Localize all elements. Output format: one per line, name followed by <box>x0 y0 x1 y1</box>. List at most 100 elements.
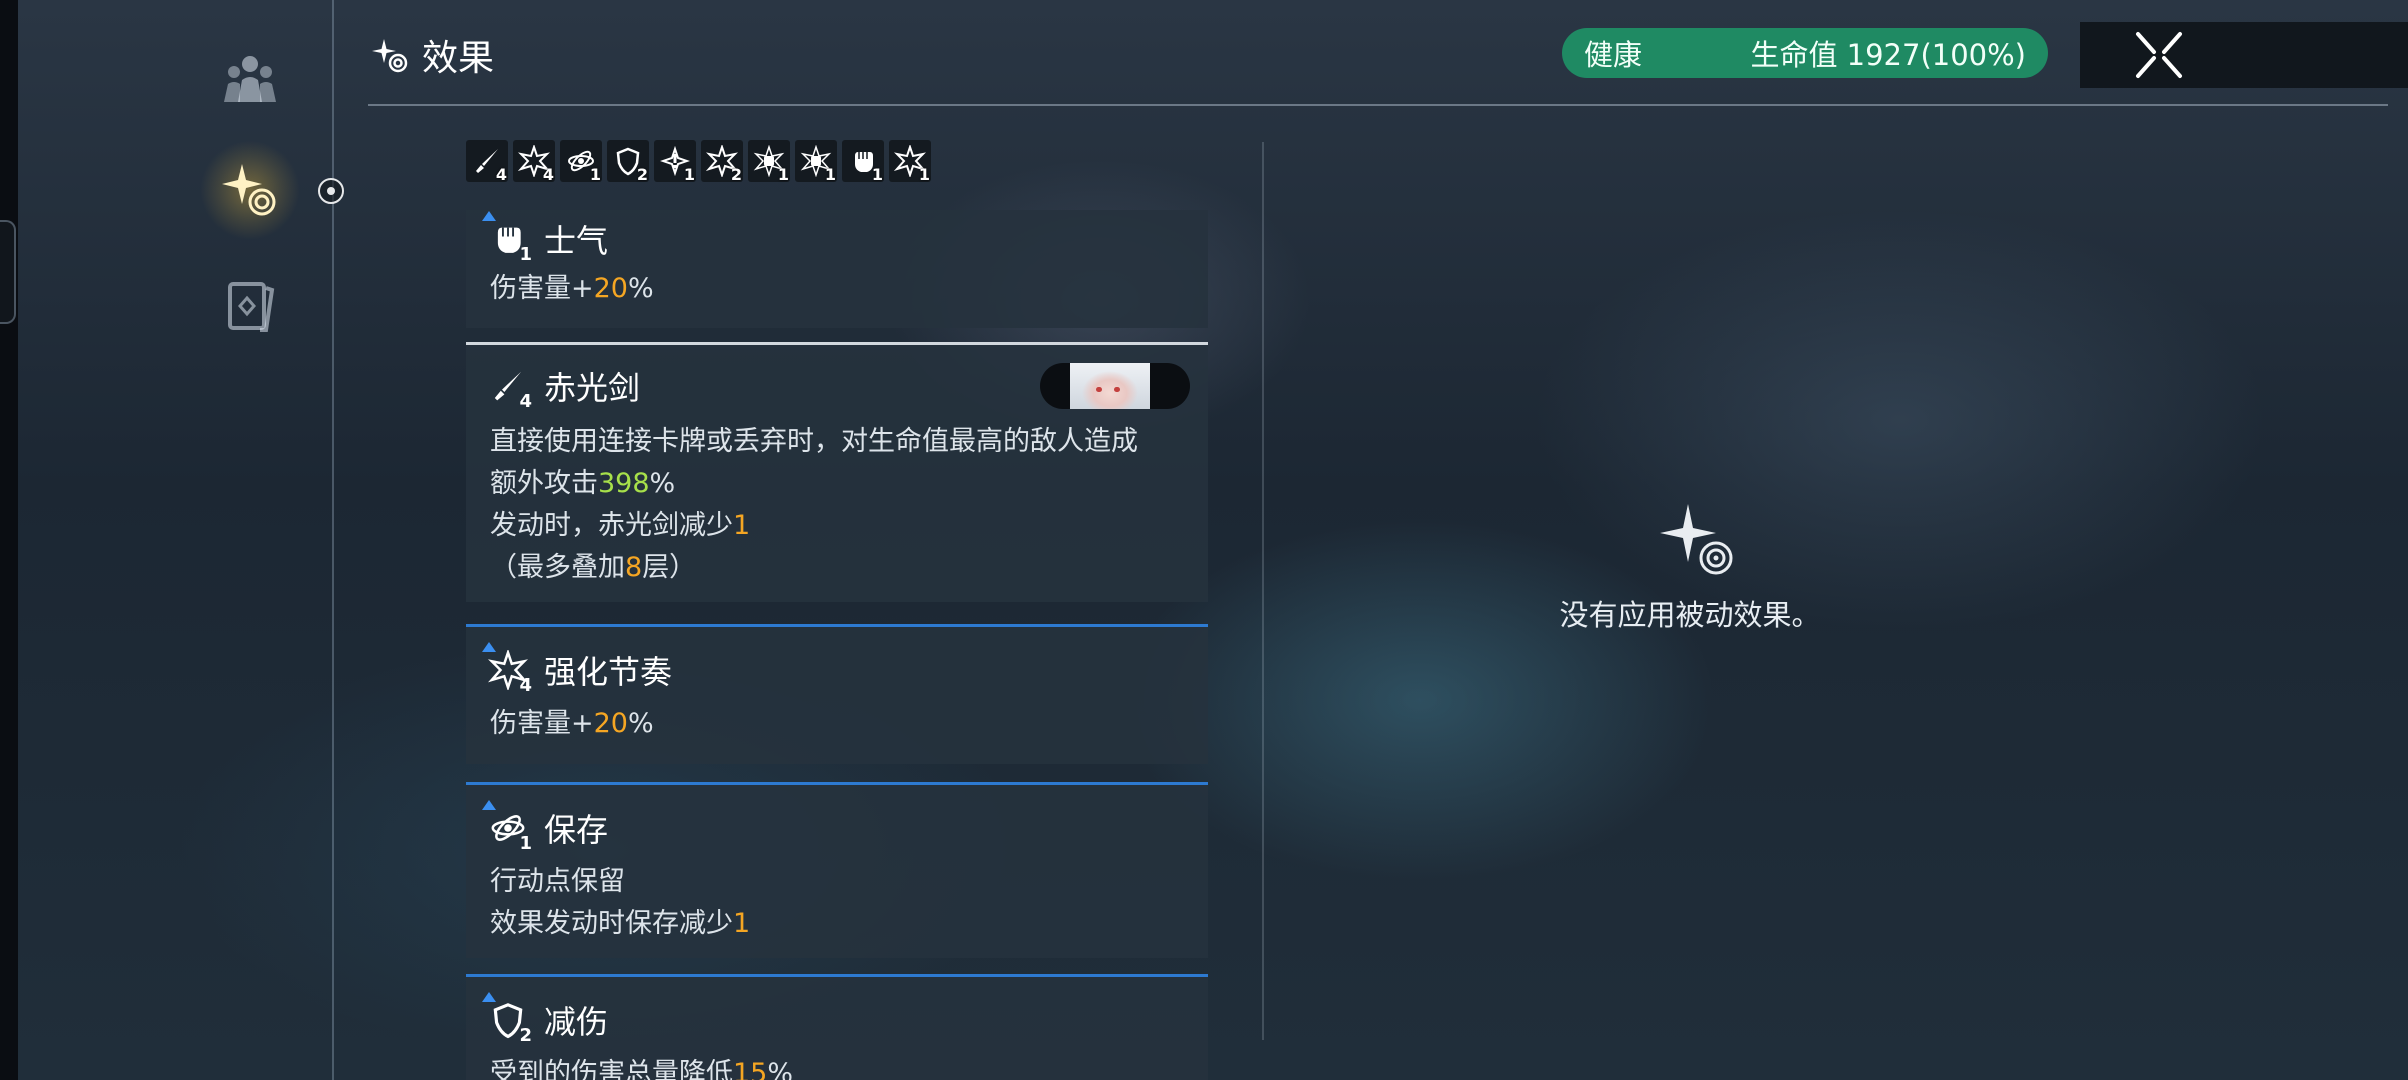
desc-value: 8 <box>625 552 643 583</box>
edge-handle[interactable] <box>0 220 16 324</box>
passive-effects-empty-text: 没有应用被动效果。 <box>1559 598 1821 632</box>
panel-divider <box>1262 142 1264 1040</box>
active-tab-marker <box>318 178 344 204</box>
effect-chip-count: 2 <box>730 165 742 184</box>
effect-card-name: 减伤 <box>544 1003 609 1041</box>
effect-card-count: 4 <box>519 675 532 696</box>
health-status-label: 健康 <box>1584 38 1643 72</box>
effect-card-count: 4 <box>519 391 532 412</box>
effect-chip-shield[interactable]: 2 <box>607 140 649 184</box>
passive-effects-sparkle-icon <box>1660 504 1733 575</box>
effect-card-header: 4 强化节奏 <box>482 642 673 696</box>
effect-card-icon: 1 <box>482 800 532 854</box>
effects-title-icon <box>372 39 408 73</box>
character-portrait-avatar <box>1040 363 1190 409</box>
desc-line: 行动点保留 <box>490 866 625 897</box>
screen-edge <box>0 0 18 1080</box>
effect-card-red-light-sword[interactable]: 4 赤光剑 直接使用连接卡牌或丢弃时，对生命值最高的敌人造成 额外攻击398% … <box>466 342 1208 602</box>
effect-chip-burst-fist[interactable]: 1 <box>795 140 837 184</box>
effect-card-header: 2 减伤 <box>482 992 609 1046</box>
effect-card-description: 行动点保留 效果发动时保存减少1 <box>490 861 750 945</box>
effect-chip-count: 1 <box>824 165 836 184</box>
active-effects-bar: 4 4 1 2 1 2 1 1 1 1 <box>466 140 931 184</box>
effect-card-description: 伤害量+20% <box>490 703 654 745</box>
desc-text: % <box>649 468 676 499</box>
desc-text: 受到的伤害总量降低 <box>490 1058 733 1080</box>
effect-chip-count: 1 <box>683 165 695 184</box>
cards-icon <box>228 282 275 332</box>
effect-chip-count: 1 <box>777 165 789 184</box>
effect-chip-fist[interactable]: 1 <box>842 140 884 184</box>
effect-chip-burst[interactable]: 2 <box>701 140 743 184</box>
effect-chip-burst[interactable]: 4 <box>513 140 555 184</box>
desc-text: 伤害量+ <box>490 273 594 304</box>
desc-line: 直接使用连接卡牌或丢弃时，对生命值最高的敌人造成 <box>490 426 1138 457</box>
effect-chip-count: 4 <box>542 165 554 184</box>
effect-card-description: 受到的伤害总量降低15% <box>490 1053 793 1080</box>
effect-card-header: 1 保存 <box>482 800 609 854</box>
desc-text: 伤害量+ <box>490 708 594 739</box>
desc-text: % <box>627 708 654 739</box>
sidebar-divider <box>332 0 334 1080</box>
effect-card-morale[interactable]: 1 士气 伤害量+20% <box>466 210 1208 328</box>
desc-text: 额外攻击 <box>490 468 598 499</box>
effect-card-name: 赤光剑 <box>544 369 641 407</box>
effect-card-icon: 4 <box>486 364 532 412</box>
buff-up-arrow-icon <box>482 992 496 1002</box>
buff-up-arrow-icon <box>482 800 496 810</box>
effect-chip-count: 1 <box>871 165 883 184</box>
effect-chip-burst[interactable]: 1 <box>889 140 931 184</box>
desc-value: 20 <box>593 273 628 304</box>
effect-card-name: 士气 <box>544 222 609 260</box>
sidebar-item-party[interactable] <box>200 30 300 130</box>
buff-up-arrow-icon <box>482 211 496 221</box>
effect-chip-count: 1 <box>589 165 601 184</box>
effect-card-header: 4 赤光剑 <box>486 363 641 412</box>
effect-card-description: 直接使用连接卡牌或丢弃时，对生命值最高的敌人造成 额外攻击398% 发动时，赤光… <box>490 421 1138 589</box>
effect-card-damage-reduction[interactable]: 2 减伤 受到的伤害总量降低15% <box>466 974 1208 1080</box>
effect-chip-warning[interactable]: 1 <box>654 140 696 184</box>
desc-text: % <box>627 273 654 304</box>
effect-chip-count: 4 <box>495 165 507 184</box>
effect-chip-count: 1 <box>918 165 930 184</box>
desc-text: 效果发动时保存减少 <box>490 908 733 939</box>
desc-text: （最多叠加 <box>490 552 625 583</box>
page-title-text: 效果 <box>422 38 495 79</box>
party-icon <box>224 56 276 102</box>
desc-value: 398 <box>598 468 650 499</box>
effect-card-count: 1 <box>519 244 532 265</box>
desc-text: 发动时，赤光剑减少 <box>490 510 733 541</box>
avatar-eye <box>1096 387 1102 392</box>
desc-value: 20 <box>593 708 628 739</box>
buff-up-arrow-icon <box>482 642 496 652</box>
effect-card-enhanced-rhythm[interactable]: 4 强化节奏 伤害量+20% <box>466 624 1208 764</box>
desc-value: 15 <box>733 1058 768 1080</box>
desc-text: 层） <box>642 552 697 583</box>
effect-chip-count: 2 <box>636 165 648 184</box>
desc-text: % <box>767 1058 794 1080</box>
effect-chip-sword[interactable]: 4 <box>466 140 508 184</box>
close-icon <box>2136 32 2182 78</box>
desc-value: 1 <box>733 510 751 541</box>
desc-value: 1 <box>733 908 751 939</box>
effect-card-count: 1 <box>519 833 532 854</box>
hp-value: 生命值 1927(100%) <box>1750 38 2026 72</box>
effect-card-icon: 1 <box>482 211 532 265</box>
sidebar-item-effects[interactable] <box>200 140 300 240</box>
effect-chip-burst-fist[interactable]: 1 <box>748 140 790 184</box>
effect-card-name: 强化节奏 <box>544 653 673 691</box>
page-title: 效果 <box>370 30 494 80</box>
effect-card-header: 1 士气 <box>482 211 609 265</box>
effect-card-save[interactable]: 1 保存 行动点保留 效果发动时保存减少1 <box>466 782 1208 958</box>
effect-card-name: 保存 <box>544 811 609 849</box>
close-button[interactable] <box>2080 22 2408 88</box>
sidebar-item-cards[interactable] <box>200 256 300 356</box>
health-status-badge: 健康 生命值 1927(100%) <box>1562 28 2048 78</box>
effect-card-icon: 4 <box>482 642 532 696</box>
effects-list[interactable]: 1 士气 伤害量+20% 4 赤光剑 直接使用连接卡牌或丢弃时，对生命值最高的敌… <box>466 210 1208 1080</box>
avatar-eye <box>1114 387 1120 392</box>
effect-chip-atom[interactable]: 1 <box>560 140 602 184</box>
effect-card-description: 伤害量+20% <box>490 268 654 310</box>
effects-sparkle-icon <box>222 164 276 216</box>
effect-card-count: 2 <box>519 1025 532 1046</box>
